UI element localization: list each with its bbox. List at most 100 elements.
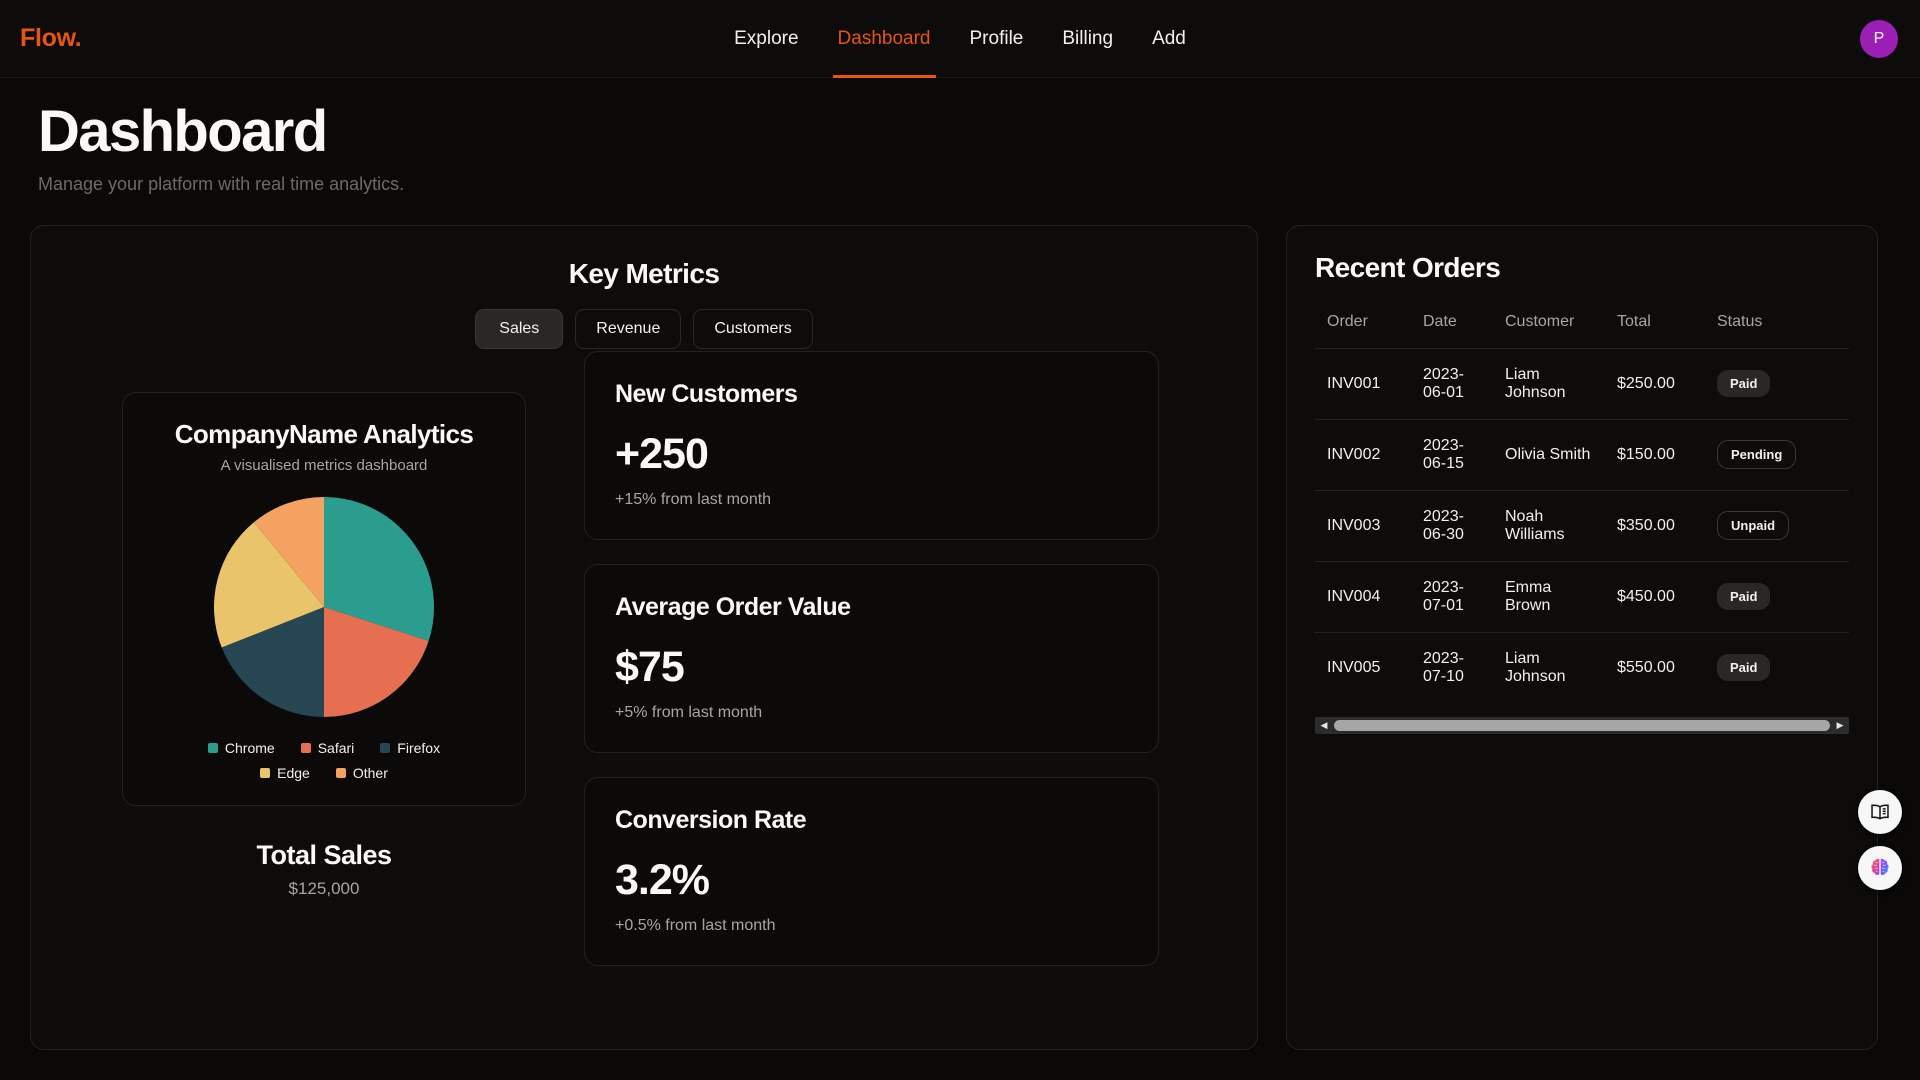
legend-item-firefox[interactable]: Firefox xyxy=(380,740,440,756)
cell-status: Pending xyxy=(1705,419,1849,491)
cell-date: 2023-06-01 xyxy=(1411,348,1493,420)
cell-total: $350.00 xyxy=(1605,490,1705,562)
column-header-status[interactable]: Status xyxy=(1705,312,1849,349)
panel-columns: CompanyName Analytics A visualised metri… xyxy=(31,349,1257,966)
cell-customer: Olivia Smith xyxy=(1493,419,1605,491)
legend-label-chrome: Chrome xyxy=(224,739,275,756)
tab-revenue[interactable]: Revenue xyxy=(575,308,682,349)
legend-item-chrome[interactable]: Chrome xyxy=(207,739,275,756)
cell-total: $250.00 xyxy=(1605,348,1705,420)
analytics-card: CompanyName Analytics A visualised metri… xyxy=(122,391,526,806)
metric-card-new-customers: New Customers +250 +15% from last month xyxy=(584,350,1159,540)
table-row[interactable]: INV003 2023-06-30 Noah Williams $350.00 Unpa… xyxy=(1315,490,1849,562)
legend-row-2: Edge Other xyxy=(143,765,505,781)
docs-button[interactable] xyxy=(1858,790,1902,834)
table-row[interactable]: INV005 2023-07-10 Liam Johnson $550.00 Paid xyxy=(1315,632,1849,703)
ai-brain-icon xyxy=(1871,858,1889,876)
status-badge: Unpaid xyxy=(1717,511,1790,541)
nav-link-profile[interactable]: Profile xyxy=(970,0,1024,78)
nav-link-billing[interactable]: Billing xyxy=(1062,0,1113,78)
legend-label-edge: Edge xyxy=(277,764,310,781)
column-header-order[interactable]: Order xyxy=(1315,312,1411,349)
cell-date: 2023-06-30 xyxy=(1411,490,1493,562)
recent-orders-title: Recent Orders xyxy=(1315,251,1501,283)
analytics-card-subtitle: A visualised metrics dashboard xyxy=(220,456,428,474)
status-badge: Paid xyxy=(1717,583,1771,611)
nav-link-explore[interactable]: Explore xyxy=(734,0,798,78)
legend-label-other: Other xyxy=(352,764,388,781)
nav-link-add[interactable]: Add xyxy=(1152,0,1186,78)
main-content: Key Metrics Sales Revenue Customers Comp… xyxy=(0,195,1920,1050)
page-subtitle: Manage your platform with real time anal… xyxy=(38,173,405,194)
recent-orders-panel: Recent Orders Order Date Customer Total … xyxy=(1286,224,1878,1050)
legend-item-safari[interactable]: Safari xyxy=(300,739,355,756)
cell-order: INV001 xyxy=(1315,348,1411,420)
cell-status: Paid xyxy=(1705,632,1849,703)
cell-total: $450.00 xyxy=(1605,561,1705,633)
avatar[interactable]: P xyxy=(1860,19,1898,58)
metric-title: New Customers xyxy=(615,379,798,408)
analytics-card-title: CompanyName Analytics xyxy=(174,418,474,449)
scroll-left-arrow-icon[interactable]: ◀ xyxy=(1317,720,1331,730)
metric-cards-column: New Customers +250 +15% from last month … xyxy=(584,350,1159,966)
primary-nav: Explore Dashboard Profile Billing Add xyxy=(734,0,1186,78)
orders-table-body: INV001 2023-06-01 Liam Johnson $250.00 Paid I… xyxy=(1315,348,1849,703)
legend-item-other[interactable]: Other xyxy=(335,764,388,781)
legend-label-firefox: Firefox xyxy=(397,739,441,756)
status-badge: Paid xyxy=(1717,370,1771,398)
cell-order: INV005 xyxy=(1327,658,1381,676)
tab-sales[interactable]: Sales xyxy=(475,308,564,349)
cell-order: INV003 xyxy=(1315,490,1411,562)
status-badge: Pending xyxy=(1717,440,1797,470)
cell-customer: Emma Brown xyxy=(1493,561,1605,633)
cell-date: 2023-06-15 xyxy=(1411,419,1493,491)
page-header: Dashboard Manage your platform with real… xyxy=(0,78,1920,195)
metric-title: Conversion Rate xyxy=(615,805,807,834)
metric-delta: +0.5% from last month xyxy=(615,916,776,934)
table-row[interactable]: INV002 2023-06-15 Olivia Smith $150.00 Pendi… xyxy=(1315,419,1849,491)
orders-horizontal-scrollbar[interactable]: ◀ ▶ xyxy=(1315,716,1849,734)
analytics-column: CompanyName Analytics A visualised metri… xyxy=(64,349,584,966)
nav-link-dashboard[interactable]: Dashboard xyxy=(832,0,936,78)
legend-color-swatch-edge xyxy=(260,767,271,778)
cell-total: $550.00 xyxy=(1617,658,1675,676)
legend-color-swatch-other xyxy=(335,767,346,778)
ai-assistant-button[interactable] xyxy=(1858,846,1902,890)
metric-card-conversion-rate: Conversion Rate 3.2% +0.5% from last mon… xyxy=(584,776,1159,966)
table-row[interactable]: INV004 2023-07-01 Emma Brown $450.00 Paid xyxy=(1315,561,1849,633)
orders-header-row: Order Date Customer Total Status xyxy=(1315,312,1849,349)
cell-order: INV004 xyxy=(1315,561,1411,633)
cell-status: Unpaid xyxy=(1705,490,1849,562)
pie-legend: Chrome Safari Firefox Edge Other xyxy=(143,740,505,781)
metric-value: 3.2% xyxy=(615,855,710,904)
column-header-customer[interactable]: Customer xyxy=(1493,312,1605,349)
total-sales-value: $125,000 xyxy=(288,878,360,898)
cell-customer: Liam Johnson xyxy=(1493,348,1605,420)
total-sales-label: Total Sales xyxy=(256,839,392,870)
legend-row-1: Chrome Safari Firefox xyxy=(143,740,505,756)
legend-color-swatch-firefox xyxy=(380,742,391,753)
legend-item-edge[interactable]: Edge xyxy=(260,765,310,781)
column-header-total[interactable]: Total xyxy=(1605,312,1705,349)
scroll-right-arrow-icon[interactable]: ▶ xyxy=(1833,720,1847,730)
scrollbar-thumb[interactable] xyxy=(1334,719,1830,731)
brand-logo[interactable]: Flow. xyxy=(20,24,82,53)
metric-value: $75 xyxy=(615,642,685,691)
legend-label-safari: Safari xyxy=(317,739,355,756)
column-header-date[interactable]: Date xyxy=(1411,312,1493,349)
cell-status: Paid xyxy=(1705,561,1849,633)
cell-customer: Liam Johnson xyxy=(1505,649,1566,685)
recent-orders-table: Order Date Customer Total Status INV001 2… xyxy=(1315,312,1849,703)
metric-value: +250 xyxy=(615,429,709,478)
tab-customers[interactable]: Customers xyxy=(693,308,813,349)
cell-status: Paid xyxy=(1705,348,1849,420)
cell-order: INV002 xyxy=(1315,419,1411,491)
legend-color-swatch-safari xyxy=(300,742,311,753)
top-navbar: Flow. Explore Dashboard Profile Billing … xyxy=(0,0,1920,78)
cell-date: 2023-07-01 xyxy=(1411,561,1493,633)
key-metrics-title: Key Metrics xyxy=(568,257,720,289)
docs-book-icon xyxy=(1871,804,1889,820)
page-title: Dashboard xyxy=(38,99,328,164)
table-row[interactable]: INV001 2023-06-01 Liam Johnson $250.00 Paid xyxy=(1315,348,1849,420)
metric-delta: +5% from last month xyxy=(615,703,763,721)
